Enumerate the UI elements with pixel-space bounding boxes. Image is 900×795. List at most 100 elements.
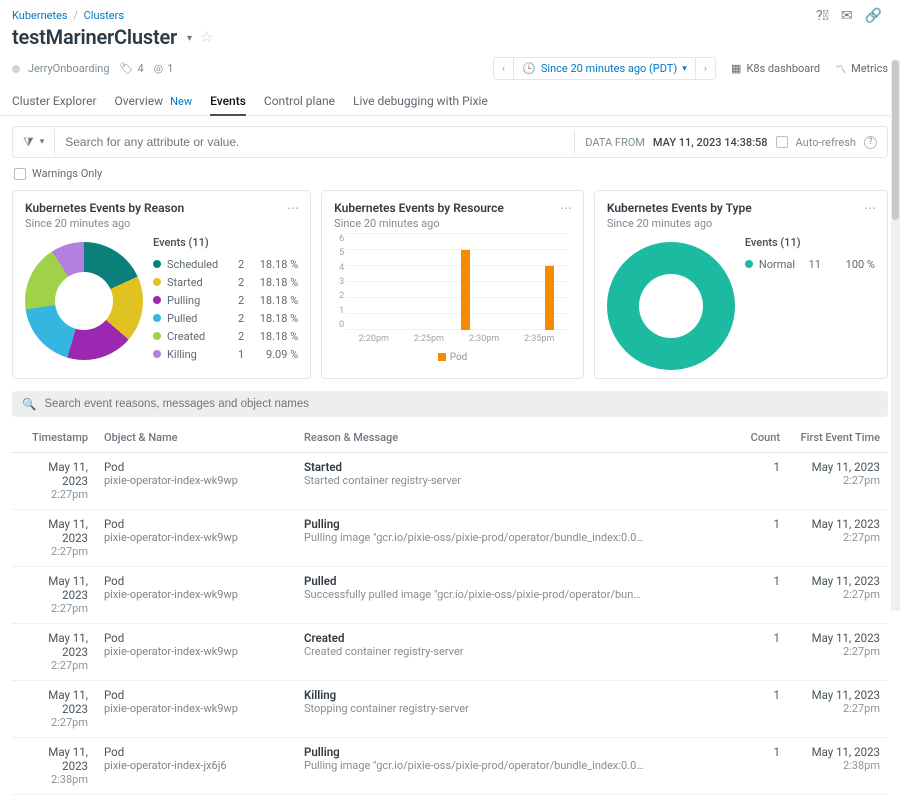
legend-pct: 18.18 % <box>250 276 298 289</box>
account-name: JerryOnboarding <box>28 62 110 75</box>
event-reason: Killing <box>304 688 720 702</box>
col-first[interactable]: First Event Time <box>788 423 888 453</box>
card-menu-icon[interactable]: ⋯ <box>560 201 573 215</box>
table-row[interactable]: May 11, 20232:38pm Podpixie-operator-ind… <box>12 738 888 795</box>
first-date: May 11, 2023 <box>796 631 880 645</box>
legend-label: Pulling <box>167 294 218 307</box>
first-date: May 11, 2023 <box>796 745 880 759</box>
event-message: Pulling image "gcr.io/pixie-oss/pixie-pr… <box>304 759 644 772</box>
event-reason: Created <box>304 631 720 645</box>
xtick: 2:25pm <box>414 334 444 344</box>
card-title: Kubernetes Events by Type <box>607 201 875 215</box>
time-prev-icon[interactable]: ‹ <box>494 58 514 79</box>
legend-swatch <box>153 278 161 286</box>
event-reason: Started <box>304 460 720 474</box>
first-date: May 11, 2023 <box>796 517 880 531</box>
table-row[interactable]: May 11, 20232:27pm Podpixie-operator-ind… <box>12 681 888 738</box>
legend-row[interactable]: Created 2 18.18 % <box>153 327 298 345</box>
favorite-star-icon[interactable]: ☆ <box>200 28 213 46</box>
table-row[interactable]: May 11, 20232:27pm Podpixie-operator-ind… <box>12 624 888 681</box>
help-tooltip-icon[interactable]: ? <box>864 136 877 149</box>
title-dropdown-icon[interactable] <box>185 30 192 44</box>
event-message: Stopping container registry-server <box>304 702 644 715</box>
share-icon[interactable]: 🔗 <box>865 8 882 24</box>
legend-row[interactable]: Pulling 2 18.18 % <box>153 291 298 309</box>
bar[interactable] <box>461 250 470 330</box>
legend-row[interactable]: Started 2 18.18 % <box>153 273 298 291</box>
time-range-picker[interactable]: ‹ 🕒 Since 20 minutes ago (PDT) ▾ › <box>493 57 716 80</box>
chevron-down-icon[interactable]: ▾ <box>40 137 45 147</box>
first-date: May 11, 2023 <box>796 574 880 588</box>
events-table: Timestamp Object & Name Reason & Message… <box>12 423 888 795</box>
tab-pixie[interactable]: Live debugging with Pixie <box>353 88 488 115</box>
object-name: pixie-operator-index-wk9wp <box>104 702 288 715</box>
legend-row[interactable]: Normal 11 100 % <box>745 255 875 273</box>
legend-row[interactable]: Pulled 2 18.18 % <box>153 309 298 327</box>
first-time: 2:27pm <box>796 645 880 658</box>
event-count: 1 <box>728 510 788 567</box>
time-next-icon[interactable]: › <box>696 58 715 79</box>
status-dot-icon <box>12 65 20 73</box>
col-count[interactable]: Count <box>728 423 788 453</box>
table-row[interactable]: May 11, 20232:27pm Podpixie-operator-ind… <box>12 510 888 567</box>
breadcrumb-kubernetes[interactable]: Kubernetes <box>12 9 68 22</box>
xtick: 2:35pm <box>524 334 554 344</box>
bar[interactable] <box>545 266 554 330</box>
tab-control-plane[interactable]: Control plane <box>264 88 335 115</box>
timestamp-date: May 11, 2023 <box>20 574 88 602</box>
filter-funnel-icon[interactable]: ⧩ <box>23 135 34 150</box>
new-badge: New <box>170 95 192 108</box>
card-subtitle: Since 20 minutes ago <box>607 217 875 230</box>
event-search-bar[interactable]: 🔍 <box>12 391 888 417</box>
attribute-search-input[interactable] <box>55 127 574 157</box>
breadcrumb-clusters[interactable]: Clusters <box>84 9 124 22</box>
watchers-chip[interactable]: ◎ 1 <box>154 62 174 75</box>
tags-chip[interactable]: 🏷 4 <box>120 62 144 75</box>
legend-count: 2 <box>224 330 244 343</box>
ytick: 6 <box>334 234 344 244</box>
legend-label: Scheduled <box>167 258 218 271</box>
tab-cluster-explorer[interactable]: Cluster Explorer <box>12 88 97 115</box>
col-object[interactable]: Object & Name <box>96 423 296 453</box>
metrics-icon: 〽 <box>835 61 846 77</box>
card-events-by-reason: ⋯ Kubernetes Events by Reason Since 20 m… <box>12 190 311 379</box>
card-menu-icon[interactable]: ⋯ <box>864 201 877 215</box>
xtick: 2:20pm <box>359 334 389 344</box>
legend-row[interactable]: Killing 1 9.09 % <box>153 345 298 363</box>
table-row[interactable]: May 11, 20232:27pm Podpixie-operator-ind… <box>12 567 888 624</box>
mail-icon[interactable]: ✉ <box>841 8 853 24</box>
page-scrollbar[interactable] <box>891 60 900 611</box>
bar-chart-resource: 6543210 2:20pm2:25pm2:30pm2:35pm <box>346 234 571 344</box>
auto-refresh-label: Auto-refresh <box>796 136 856 149</box>
tab-bar: Cluster Explorer Overview New Events Con… <box>0 88 900 116</box>
auto-refresh-checkbox[interactable] <box>776 136 788 148</box>
warnings-only-checkbox[interactable] <box>14 168 26 180</box>
timestamp-date: May 11, 2023 <box>20 460 88 488</box>
event-count: 1 <box>728 624 788 681</box>
account-chip[interactable]: JerryOnboarding <box>12 62 110 75</box>
legend-swatch <box>745 260 753 268</box>
legend-row[interactable]: Scheduled 2 18.18 % <box>153 255 298 273</box>
legend-count: 2 <box>224 258 244 271</box>
col-reason[interactable]: Reason & Message <box>296 423 728 453</box>
timestamp-time: 2:27pm <box>20 602 88 615</box>
metrics-link[interactable]: 〽 Metrics <box>830 61 888 77</box>
legend-pct: 18.18 % <box>250 312 298 325</box>
tab-overview[interactable]: Overview New <box>115 88 193 115</box>
col-timestamp[interactable]: Timestamp <box>12 423 96 453</box>
legend-swatch <box>438 353 446 361</box>
event-search-input[interactable] <box>42 397 878 411</box>
k8s-dashboard-link[interactable]: ▦ K8s dashboard <box>726 62 820 75</box>
legend-label: Started <box>167 276 218 289</box>
scrollbar-thumb[interactable] <box>892 60 899 220</box>
tab-events[interactable]: Events <box>210 88 246 115</box>
first-time: 2:27pm <box>796 588 880 601</box>
object-type: Pod <box>104 517 288 531</box>
event-message: Pulling image "gcr.io/pixie-oss/pixie-pr… <box>304 531 644 544</box>
timestamp-time: 2:27pm <box>20 659 88 672</box>
table-row[interactable]: May 11, 20232:27pm Podpixie-operator-ind… <box>12 453 888 510</box>
help-icon[interactable]: ?⃝ <box>816 8 829 24</box>
card-title: Kubernetes Events by Resource <box>334 201 571 215</box>
warnings-only-label: Warnings Only <box>32 167 102 180</box>
card-menu-icon[interactable]: ⋯ <box>287 201 300 215</box>
